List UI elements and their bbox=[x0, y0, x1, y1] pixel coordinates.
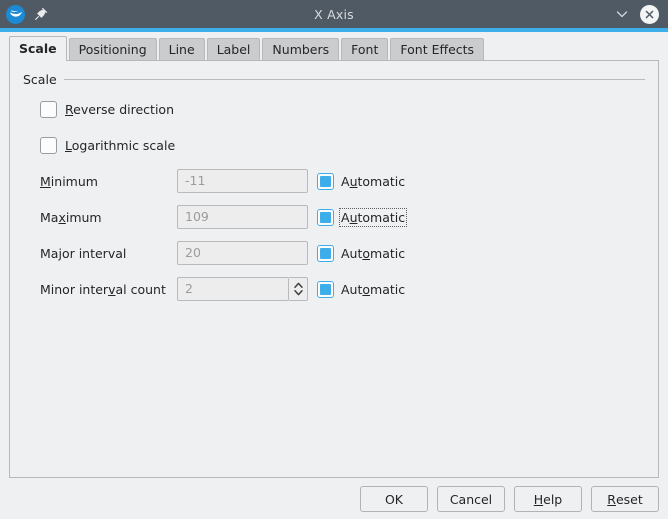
label-accel: o bbox=[362, 281, 371, 297]
logarithmic-scale-label[interactable]: Logarithmic scale bbox=[65, 138, 175, 153]
label-accel: M bbox=[40, 173, 51, 189]
accent-bar bbox=[0, 28, 668, 32]
label-accel: R bbox=[65, 102, 74, 117]
titlebar-right-icons bbox=[588, 4, 668, 24]
label-post: tomatic bbox=[357, 209, 406, 225]
minor-interval-count-input[interactable]: 2 bbox=[177, 277, 289, 301]
scale-tab-panel: Scale Reverse direction Logarithmic scal… bbox=[9, 60, 659, 478]
tab-label: Label bbox=[216, 41, 251, 57]
label-pre: Aut bbox=[341, 281, 363, 297]
tab-positioning[interactable]: Positioning bbox=[68, 38, 157, 61]
reverse-direction-label[interactable]: Reverse direction bbox=[65, 102, 174, 117]
label-accel: o bbox=[362, 245, 371, 261]
major-interval-row: Major interval 20 Automatic bbox=[10, 241, 660, 265]
minimum-label: Minimum bbox=[40, 174, 98, 189]
tab-numbers[interactable]: Numbers bbox=[262, 38, 340, 61]
group-separator bbox=[63, 79, 645, 80]
titlebar-left-icons bbox=[0, 4, 80, 24]
maximum-row: Maximum 109 Automatic bbox=[10, 205, 660, 229]
tab-line[interactable]: Line bbox=[158, 38, 205, 61]
label-accel: L bbox=[65, 138, 72, 153]
minor-interval-count-automatic-group[interactable]: Automatic bbox=[317, 280, 405, 298]
major-interval-automatic-checkbox[interactable] bbox=[317, 244, 334, 262]
maximum-automatic-label[interactable]: Automatic bbox=[338, 207, 408, 227]
label-accel: H bbox=[533, 491, 544, 507]
label-pre: OK bbox=[384, 491, 404, 507]
minor-interval-count-row: Minor interval count 2 Automatic bbox=[10, 277, 660, 301]
label-accel: u bbox=[349, 209, 358, 225]
logarithmic-scale-checkbox[interactable] bbox=[40, 137, 57, 154]
scale-group-title: Scale bbox=[23, 72, 57, 87]
label-post: matic bbox=[370, 245, 406, 261]
label-post: al count bbox=[115, 281, 166, 297]
label-post: inimum bbox=[50, 173, 98, 189]
tab-label: Line bbox=[168, 41, 195, 57]
label-pre: A bbox=[341, 209, 350, 225]
major-interval-automatic-label[interactable]: Automatic bbox=[341, 246, 405, 261]
label-accel: x bbox=[58, 209, 66, 225]
label-post: elp bbox=[543, 491, 563, 507]
maximum-input[interactable]: 109 bbox=[177, 205, 308, 229]
chevron-down-icon[interactable] bbox=[614, 6, 630, 22]
label-pre: Cancel bbox=[449, 491, 493, 507]
major-interval-input[interactable]: 20 bbox=[177, 241, 308, 265]
reverse-direction-row[interactable]: Reverse direction bbox=[40, 101, 174, 118]
window-title: X Axis bbox=[314, 6, 354, 22]
label-post: matic bbox=[370, 281, 406, 297]
dialog-button-bar: OK Cancel Help Reset bbox=[0, 486, 668, 512]
tab-font[interactable]: Font bbox=[341, 38, 389, 61]
reverse-direction-checkbox[interactable] bbox=[40, 101, 57, 118]
tab-scale[interactable]: Scale bbox=[9, 36, 67, 61]
tab-font-effects[interactable]: Font Effects bbox=[390, 38, 485, 61]
minimum-automatic-checkbox[interactable] bbox=[317, 172, 334, 190]
label-accel: u bbox=[349, 173, 358, 189]
label-pre: Aut bbox=[341, 245, 363, 261]
cancel-button[interactable]: Cancel bbox=[437, 486, 505, 512]
label-pre: Minor inter bbox=[40, 281, 109, 297]
maximum-label: Maximum bbox=[40, 210, 102, 225]
scale-group-header: Scale bbox=[23, 72, 645, 87]
logarithmic-scale-row[interactable]: Logarithmic scale bbox=[40, 137, 175, 154]
label-post: or interval bbox=[61, 245, 127, 261]
tab-bar: Scale Positioning Line Label Numbers Fon… bbox=[0, 36, 668, 61]
label-pre: A bbox=[341, 173, 350, 189]
minor-interval-count-automatic-checkbox[interactable] bbox=[317, 280, 334, 298]
minimum-automatic-group[interactable]: Automatic bbox=[317, 172, 405, 190]
label-post: tomatic bbox=[357, 173, 406, 189]
label-accel: R bbox=[607, 491, 616, 507]
window-titlebar: X Axis bbox=[0, 0, 668, 28]
minimum-automatic-label[interactable]: Automatic bbox=[341, 174, 405, 189]
maximum-automatic-group[interactable]: Automatic bbox=[317, 207, 408, 227]
label-post: everse direction bbox=[73, 102, 174, 117]
pin-icon[interactable] bbox=[33, 6, 49, 22]
tab-label: Font Effects bbox=[400, 41, 475, 57]
reset-button[interactable]: Reset bbox=[591, 486, 659, 512]
minimum-input[interactable]: -11 bbox=[177, 169, 308, 193]
minor-interval-count-automatic-label[interactable]: Automatic bbox=[341, 282, 405, 297]
help-button[interactable]: Help bbox=[514, 486, 582, 512]
tab-label[interactable]: Label bbox=[206, 38, 261, 61]
tab-label: Positioning bbox=[78, 41, 147, 57]
label-pre: Ma bbox=[40, 209, 59, 225]
label-post: ogarithmic scale bbox=[71, 138, 176, 153]
minor-interval-count-label: Minor interval count bbox=[40, 282, 166, 297]
tab-label: Scale bbox=[19, 40, 57, 56]
label-pre: Ma bbox=[40, 245, 59, 261]
minimum-row: Minimum -11 Automatic bbox=[10, 169, 660, 193]
tab-label: Numbers bbox=[272, 41, 330, 57]
major-interval-automatic-group[interactable]: Automatic bbox=[317, 244, 405, 262]
label-post: eset bbox=[615, 491, 643, 507]
minor-interval-count-stepper[interactable] bbox=[289, 277, 308, 301]
close-icon[interactable] bbox=[640, 4, 659, 24]
tab-label: Font bbox=[351, 41, 379, 57]
libreoffice-calc-icon bbox=[6, 4, 25, 24]
ok-button[interactable]: OK bbox=[360, 486, 428, 512]
major-interval-label: Major interval bbox=[40, 246, 126, 261]
maximum-automatic-checkbox[interactable] bbox=[317, 208, 334, 226]
label-post: imum bbox=[65, 209, 102, 225]
